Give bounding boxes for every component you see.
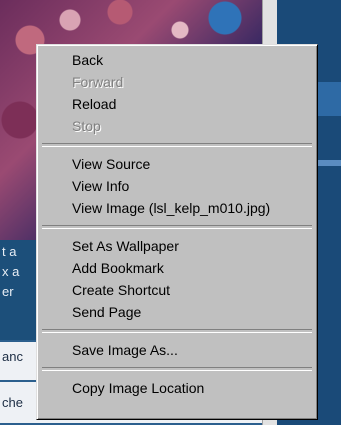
menu-item-view-image[interactable]: View Image (lsl_kelp_m010.jpg) [40,197,314,219]
page-text-line: t a [2,244,17,259]
menu-item-set-as-wallpaper[interactable]: Set As Wallpaper [40,235,314,257]
menu-separator [42,225,312,229]
menu-separator [42,143,312,147]
menu-item-back[interactable]: Back [40,49,314,71]
menu-item-view-info[interactable]: View Info [40,175,314,197]
menu-separator [42,329,312,333]
browser-window: t a x a er anc che Back Forward Reload Stop… [0,0,341,425]
menu-item-stop: Stop [72,118,101,134]
menu-item-save-image-as[interactable]: Save Image As... [40,339,314,361]
menu-item-reload[interactable]: Reload [40,93,314,115]
menu-separator [42,367,312,371]
page-text-line: er [2,284,14,299]
menu-item-add-bookmark[interactable]: Add Bookmark [40,257,314,279]
context-menu: Back Forward Reload Stop View Source View Inf… [36,44,318,420]
page-nav-link[interactable]: che [2,395,23,410]
menu-item-forward: Forward [72,74,124,90]
menu-item-send-page[interactable]: Send Page [40,301,314,323]
menu-item-view-source[interactable]: View Source [40,153,314,175]
menu-item-copy-image-location[interactable]: Copy Image Location [40,377,314,399]
page-nav-link[interactable]: anc [2,349,23,364]
page-text-line: x a [2,264,20,279]
menu-item-create-shortcut[interactable]: Create Shortcut [40,279,314,301]
